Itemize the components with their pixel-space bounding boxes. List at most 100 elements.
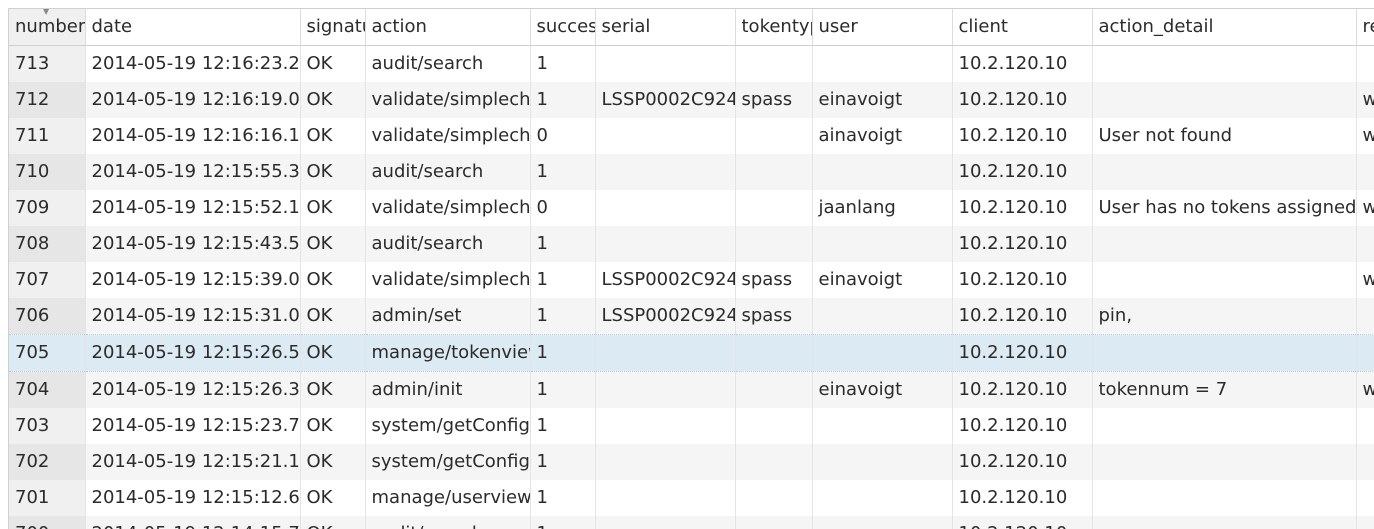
cell-client: 10.2.120.10 (952, 190, 1092, 226)
cell-client: 10.2.120.10 (952, 444, 1092, 480)
cell-success: 1 (530, 408, 595, 444)
cell-action: validate/simplecheck (365, 262, 530, 298)
column-header-signature[interactable]: signature (300, 9, 365, 45)
cell-tokentype (735, 334, 812, 371)
cell-success: 0 (530, 118, 595, 154)
cell-user: ainavoigt (812, 118, 952, 154)
table-row[interactable]: 7042014-05-19 12:15:26.379412OKadmin/ini… (9, 371, 1374, 408)
table-row[interactable]: 7122014-05-19 12:16:19.057143OKvalidate/… (9, 82, 1374, 118)
cell-serial: LSSP0002C924 (595, 82, 735, 118)
cell-tokentype (735, 190, 812, 226)
cell-tokentype (735, 371, 812, 408)
column-header-label: action (372, 16, 427, 37)
cell-client: 10.2.120.10 (952, 298, 1092, 335)
column-header-action[interactable]: action (365, 9, 530, 45)
table-row[interactable]: 7012014-05-19 12:15:12.629412OKmanage/us… (9, 480, 1374, 516)
cell-client: 10.2.120.10 (952, 480, 1092, 516)
column-header-realm[interactable]: realm (1356, 9, 1374, 45)
cell-signature: OK (300, 118, 365, 154)
cell-realm (1356, 334, 1374, 371)
cell-user (812, 334, 952, 371)
cell-serial (595, 516, 735, 529)
cell-date: 2014-05-19 12:15:26.379412 (85, 371, 300, 408)
column-header-date[interactable]: date (85, 9, 300, 45)
column-header-action-detail[interactable]: action_detail (1092, 9, 1356, 45)
cell-client: 10.2.120.10 (952, 516, 1092, 529)
cell-success: 1 (530, 262, 595, 298)
table-row[interactable]: 7032014-05-19 12:15:23.720412OKsystem/ge… (9, 408, 1374, 444)
cell-serial (595, 408, 735, 444)
cell-action: audit/search (365, 516, 530, 529)
table-row[interactable]: 7052014-05-19 12:15:26.530912OKmanage/to… (9, 334, 1374, 371)
audit-log-grid[interactable]: ▼numberdatesignatureactionsuccessserialt… (8, 8, 1374, 529)
cell-number: 707 (9, 262, 85, 298)
cell-action-detail (1092, 262, 1356, 298)
cell-action-detail: User not found (1092, 118, 1356, 154)
cell-success: 1 (530, 371, 595, 408)
cell-user: einavoigt (812, 262, 952, 298)
cell-action: validate/simplecheck (365, 82, 530, 118)
cell-serial (595, 154, 735, 190)
cell-action: manage/userview_flexi (365, 480, 530, 516)
cell-action-detail (1092, 480, 1356, 516)
cell-user (812, 408, 952, 444)
table-row[interactable]: 7112014-05-19 12:16:16.191682OKvalidate/… (9, 118, 1374, 154)
cell-signature: OK (300, 516, 365, 529)
cell-serial (595, 334, 735, 371)
cell-action: system/getConfig (365, 408, 530, 444)
cell-number: 700 (9, 516, 85, 529)
cell-realm: w (1356, 118, 1374, 154)
table-row[interactable]: 7082014-05-19 12:15:43.530031OKaudit/sea… (9, 226, 1374, 262)
cell-serial: LSSP0002C924 (595, 262, 735, 298)
cell-success: 1 (530, 480, 595, 516)
cell-date: 2014-05-19 12:14:15.741912 (85, 516, 300, 529)
cell-success: 1 (530, 516, 595, 529)
header-row: ▼number date signature action successserialt… (9, 9, 1374, 45)
cell-realm (1356, 480, 1374, 516)
cell-action: audit/search (365, 226, 530, 262)
table-row[interactable]: 7092014-05-19 12:15:52.103542OKvalidate/… (9, 190, 1374, 226)
cell-number: 712 (9, 82, 85, 118)
cell-action: audit/search (365, 154, 530, 190)
cell-date: 2014-05-19 12:16:19.057143 (85, 82, 300, 118)
sort-arrow-icon[interactable]: ▼ (43, 9, 49, 16)
table-row[interactable]: 7022014-05-19 12:15:21.126612OKsystem/ge… (9, 444, 1374, 480)
cell-signature: OK (300, 226, 365, 262)
cell-user (812, 480, 952, 516)
cell-serial (595, 444, 735, 480)
cell-serial (595, 190, 735, 226)
column-header-label: tokentype (742, 16, 813, 37)
cell-action-detail (1092, 408, 1356, 444)
column-header-tokentype[interactable]: tokentype (735, 9, 812, 45)
cell-action: admin/set (365, 298, 530, 335)
cell-action: audit/search (365, 45, 530, 82)
column-header-label: signature (307, 16, 366, 37)
column-header-number[interactable]: ▼number (9, 9, 85, 45)
cell-user: jaanlang (812, 190, 952, 226)
cell-serial (595, 45, 735, 82)
column-header-user[interactable]: user (812, 9, 952, 45)
table-row[interactable]: 7002014-05-19 12:14:15.741912OKaudit/sea… (9, 516, 1374, 529)
cell-realm: w (1356, 262, 1374, 298)
column-header-label: date (92, 16, 133, 37)
table-row[interactable]: 7072014-05-19 12:15:39.091771OKvalidate/… (9, 262, 1374, 298)
table-row[interactable]: 7102014-05-19 12:15:55.301812OKaudit/sea… (9, 154, 1374, 190)
column-header-label: number (15, 16, 85, 37)
cell-number: 708 (9, 226, 85, 262)
cell-user (812, 226, 952, 262)
cell-serial (595, 371, 735, 408)
cell-client: 10.2.120.10 (952, 371, 1092, 408)
cell-action-detail: tokennum = 7 (1092, 371, 1356, 408)
column-header-label: success (537, 16, 596, 37)
column-header-client[interactable]: client (952, 9, 1092, 45)
cell-signature: OK (300, 190, 365, 226)
table-row[interactable]: 7132014-05-19 12:16:23.240531OKaudit/sea… (9, 45, 1374, 82)
table-row[interactable]: 7062014-05-19 12:15:31.098321OKadmin/set… (9, 298, 1374, 335)
column-header-serial[interactable]: serial (595, 9, 735, 45)
cell-user (812, 516, 952, 529)
column-header-success[interactable]: success (530, 9, 595, 45)
cell-success: 1 (530, 334, 595, 371)
cell-client: 10.2.120.10 (952, 82, 1092, 118)
cell-date: 2014-05-19 12:15:52.103542 (85, 190, 300, 226)
cell-realm (1356, 45, 1374, 82)
